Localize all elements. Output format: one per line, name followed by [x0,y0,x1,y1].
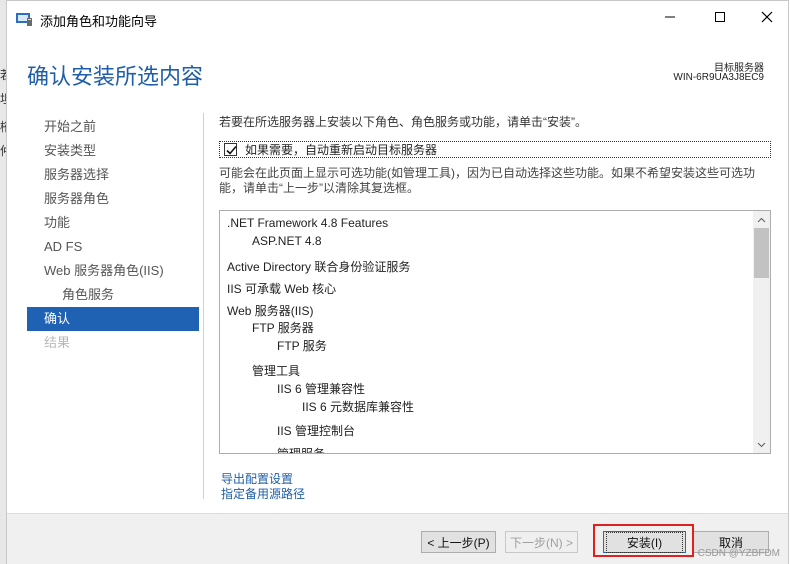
title-bar[interactable]: 添加角色和功能向导 [7,1,788,37]
nav-item-installation-type[interactable]: 安装类型 [27,139,199,163]
nav-item-confirmation[interactable]: 确认 [27,307,199,331]
maximize-button[interactable] [697,1,743,37]
list-item: FTP 服务器 [252,321,314,335]
list-item: ASP.NET 4.8 [252,234,322,248]
list-item: Web 服务器(IIS) [227,304,314,318]
alternate-source-link[interactable]: 指定备用源路径 [221,485,305,502]
scroll-down-arrow[interactable] [753,436,770,453]
list-item: FTP 服务 [277,339,327,353]
list-item: IIS 可承载 Web 核心 [227,282,337,296]
scroll-thumb[interactable] [754,228,769,278]
watermark: CSDN @YZBFDM [697,548,780,559]
chevron-down-icon [757,442,766,447]
target-server-name: WIN-6R9UA3J8EC9 [673,72,764,83]
nav-item-server-selection[interactable]: 服务器选择 [27,163,199,187]
previous-button[interactable]: < 上一步(P) [421,531,496,553]
install-highlight-box [593,524,694,557]
nav-item-results: 结果 [44,335,71,350]
list-item: 管理工具 [252,364,301,378]
nav-item-before-you-begin[interactable]: 开始之前 [27,115,199,139]
restart-checkbox-label[interactable]: 如果需要，自动重新启动目标服务器 [245,141,437,158]
features-list[interactable]: .NET Framework 4.8 Features ASP.NET 4.8 … [219,210,771,454]
chevron-up-icon [757,217,766,222]
list-item: IIS 6 元数据库兼容性 [302,400,415,414]
nav-item-web-server-role[interactable]: Web 服务器角色(IIS) [27,259,199,283]
next-button: 下一步(N) > [505,531,578,553]
maximize-icon [714,10,726,28]
list-item: IIS 管理控制台 [277,424,356,438]
server-manager-icon [15,11,33,27]
list-item: 管理服务 [277,447,326,454]
list-item: IIS 6 管理兼容性 [277,382,366,396]
close-button[interactable] [744,1,790,37]
checkmark-icon [226,145,237,155]
nav-item-server-roles[interactable]: 服务器角色 [27,187,199,211]
wizard-steps-nav: 开始之前 安装类型 服务器选择 服务器角色 功能 AD FS Web 服务器角色… [27,115,199,355]
minimize-button[interactable] [647,1,693,37]
screen: 若 坦 桁 仲 添加角色和功能向导 [0,0,790,564]
optional-features-note: 可能会在此页面上显示可选功能(如管理工具)，因为已自动选择这些功能。如果不希望安… [219,166,755,195]
restart-option[interactable]: 如果需要，自动重新启动目标服务器 [219,141,771,158]
close-icon [761,10,773,28]
restart-checkbox[interactable] [224,143,237,156]
scroll-up-arrow[interactable] [753,211,770,228]
minimize-icon [664,10,676,28]
page-title: 确认安装所选内容 [27,65,204,90]
intro-text: 若要在所选服务器上安装以下角色、角色服务或功能，请单击“安装”。 [219,115,587,129]
nav-item-features[interactable]: 功能 [27,211,199,235]
nav-divider [203,113,204,499]
list-item: .NET Framework 4.8 Features [227,216,389,230]
nav-item-role-services[interactable]: 角色服务 [27,283,199,307]
features-scrollbar[interactable] [753,211,770,453]
window-title: 添加角色和功能向导 [40,14,158,29]
nav-item-ad-fs[interactable]: AD FS [27,235,199,259]
wizard-window: 添加角色和功能向导 确认安装所选内容 目标服务器 WIN-6R9UA3J8EC9… [6,0,789,564]
list-item: Active Directory 联合身份验证服务 [227,260,411,274]
